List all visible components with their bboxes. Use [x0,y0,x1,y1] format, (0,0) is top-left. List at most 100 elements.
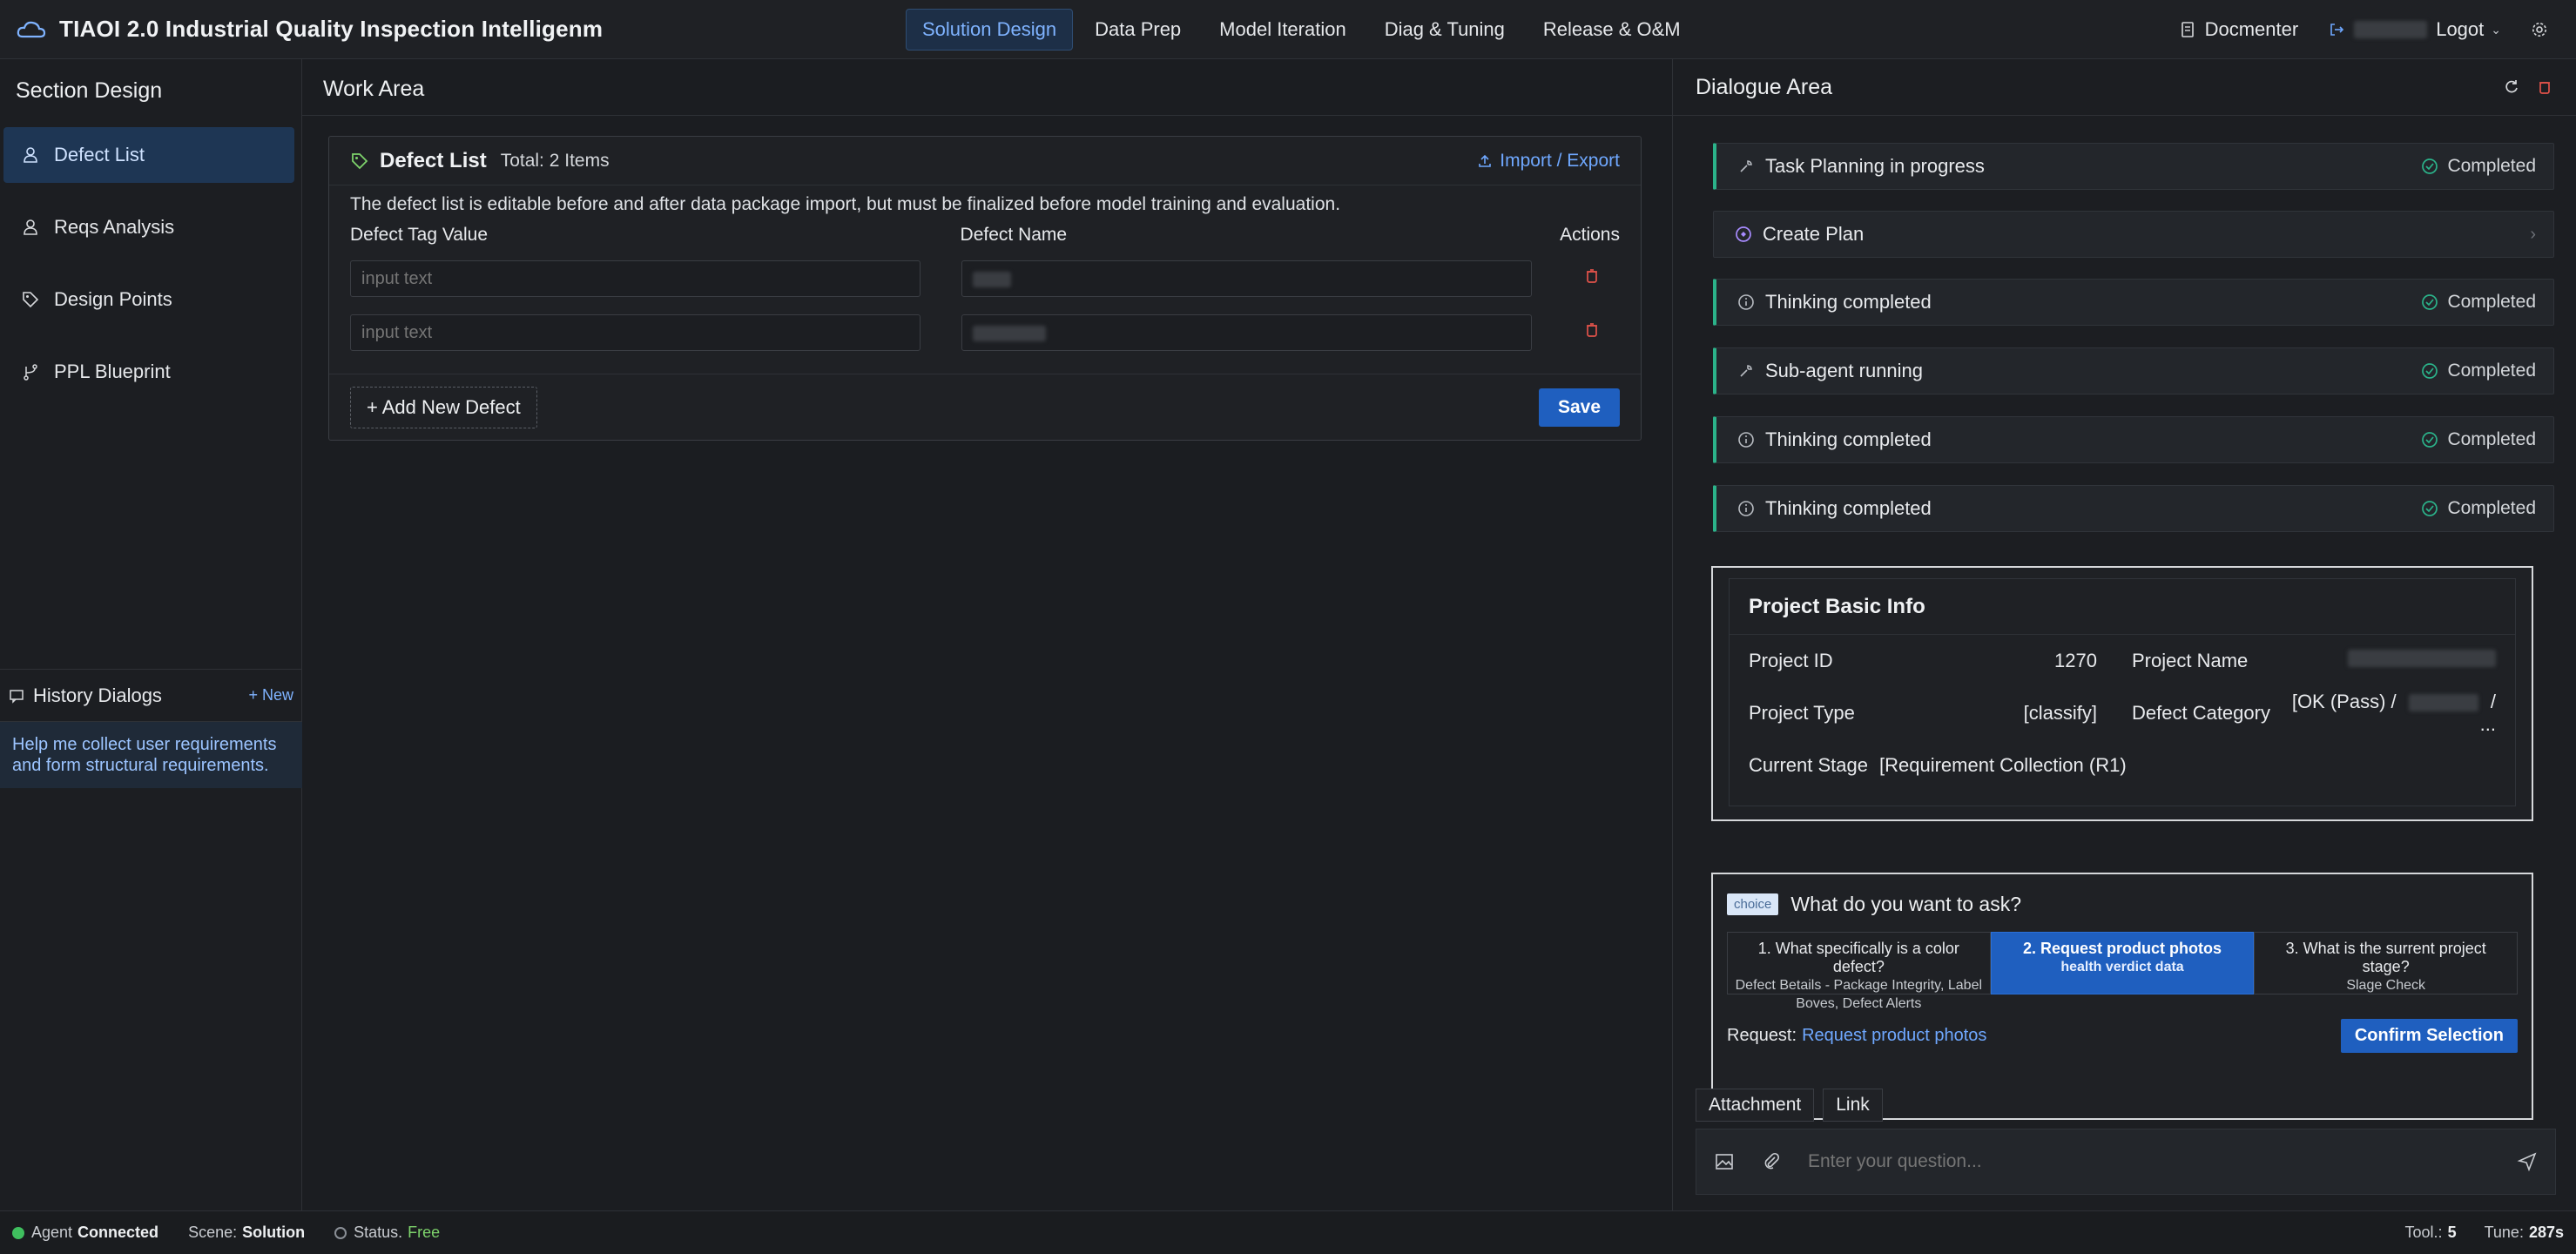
choice-title: 1. What specifically is a color defect? [1757,940,1959,975]
sidebar-item-design-points[interactable]: Design Points [3,272,294,327]
defect-list-panel: Defect List Total: 2 Items Import / Expo… [328,136,1642,441]
history-header: History Dialogs + New [0,670,302,722]
current-stage-value: [Requirement Collection (R1) [1879,754,2127,776]
top-bar: TIAOI 2.0 Industrial Quality Inspection … [0,0,2576,59]
task-status: Completed [2421,156,2536,177]
delete-icon[interactable] [1583,267,1601,285]
status-ring-icon [334,1226,347,1239]
choice-option-1[interactable]: 1. What specifically is a color defect? … [1727,932,1991,1011]
logout-label: Logot [2436,18,2485,40]
task-item[interactable]: Thinking completed Completed [1713,279,2554,326]
new-dialog-button[interactable]: + New [248,686,293,705]
defect-name-field[interactable] [961,260,1532,297]
current-stage-label: Current Stage [1749,754,1868,776]
sidebar-item-defect-list[interactable]: Defect List [3,127,294,183]
defect-name-field[interactable] [961,314,1532,351]
add-defect-button[interactable]: + Add New Defect [350,386,537,428]
project-name-label: Project Name [2132,650,2249,671]
confirm-selection-button[interactable]: Confirm Selection [2340,1019,2518,1053]
settings-button[interactable] [2531,21,2557,38]
tab-diag-tuning[interactable]: Diag & Tuning [1368,9,1521,51]
import-export-label: Import / Export [1500,150,1620,171]
column-header: Actions [1560,225,1620,245]
main-nav: Solution Design Data Prep Model Iteratio… [906,0,1703,59]
branch-icon [24,364,37,381]
import-export-button[interactable]: Import / Export [1477,151,1620,172]
task-status-label: Completed [2447,498,2536,518]
dialogue-area: Dialogue Area Task Planning in progress … [1672,59,2576,1210]
history-entry[interactable]: Help me collect user requirements and fo… [0,722,302,788]
chevron-right-icon: › [2530,224,2536,244]
docs-link[interactable]: Docmenter [2179,18,2299,41]
column-header: Defect Tag Value [350,225,488,245]
info-icon [1738,294,1754,310]
top-right-actions: Docmenter Logot ⌄ [2149,0,2557,59]
defect-tag-input[interactable] [350,260,920,297]
link-tab[interactable]: Link [1823,1089,1883,1122]
tab-solution-design[interactable]: Solution Design [906,8,1074,51]
gear-icon [2532,23,2546,37]
agent-label: Agent [31,1224,73,1241]
tab-release-om[interactable]: Release & O&M [1527,9,1697,51]
task-status: Completed [2421,292,2536,313]
choice-title: 3. What is the surrent project stage? [2285,940,2486,975]
request-label: Request: [1727,1026,1797,1045]
scene-value: Solution [242,1224,306,1241]
check-circle-icon [2422,294,2438,310]
trash-icon[interactable] [2536,78,2553,96]
tool-label: Tool.: [2404,1224,2443,1241]
paperclip-icon[interactable] [1761,1151,1782,1172]
choice-title: 2. Request product photos [2023,940,2222,957]
wrench-icon [1740,365,1752,377]
task-item[interactable]: Sub-agent running Completed [1713,347,2554,394]
choice-options: 1. What specifically is a color defect? … [1727,932,2519,1011]
tag-icon [23,292,39,308]
task-item[interactable]: Task Planning in progress Completed [1713,143,2554,190]
status-label: Status. [354,1224,403,1241]
plan-icon [1736,226,1751,242]
image-icon[interactable] [1714,1151,1735,1172]
request-value: Request product photos [1802,1026,1987,1045]
send-icon[interactable] [2517,1151,2538,1172]
question-input[interactable] [1808,1151,2517,1172]
attachment-tab[interactable]: Attachment [1696,1089,1815,1122]
app-title: TIAOI 2.0 Industrial Quality Inspection … [59,16,604,42]
upload-icon [1479,154,1492,167]
project-type-value: [classify] [2023,702,2097,724]
tab-model-iteration[interactable]: Model Iteration [1203,9,1363,51]
choice-option-3[interactable]: 3. What is the surrent project stage? Sl… [2254,932,2519,994]
column-header: Defect Name [960,225,1068,245]
project-name-value [2289,650,2496,672]
refresh-icon[interactable] [2503,78,2520,96]
sidebar-item-reqs-analysis[interactable]: Reqs Analysis [3,199,294,255]
task-item[interactable]: Thinking completed Completed [1713,416,2554,463]
task-label: Sub-agent running [1765,360,1924,381]
scene-status: Scene: Solution [188,1224,305,1242]
table-row [329,252,1641,306]
task-status: Completed [2421,361,2536,381]
defect-category-value: [OK (Pass) / / ... [2289,691,2496,736]
task-item-create-plan[interactable]: Create Plan › [1713,211,2554,258]
save-button[interactable]: Save [1538,388,1620,427]
project-info-grid: Project ID 1270 Project Name Project Typ… [1730,635,2515,792]
task-item[interactable]: Thinking completed Completed [1713,485,2554,532]
sidebar-item-label: Defect List [54,144,145,165]
check-circle-icon [2422,158,2438,174]
tab-data-prep[interactable]: Data Prep [1078,9,1197,51]
delete-icon[interactable] [1583,321,1601,339]
tag-icon [352,152,368,169]
defect-category-suffix: / ... [2479,691,2496,735]
task-status: Completed [2421,498,2536,519]
choice-option-2[interactable]: 2. Request product photos health verdict… [1990,932,2255,994]
history-title: History Dialogs [33,684,162,706]
user-menu[interactable]: Logot ⌄ [2328,18,2501,41]
dialogue-title: Dialogue Area [1696,74,1833,99]
defect-tag-input[interactable] [350,314,920,351]
sidebar-item-ppl-blueprint[interactable]: PPL Blueprint [3,344,294,400]
info-row: Project ID 1270 Project Name [1749,635,2496,687]
sidebar-item-label: Reqs Analysis [54,216,175,238]
docs-label: Docmenter [2204,18,2299,40]
check-circle-icon [2422,363,2438,379]
ask-header: choice What do you want to ask? [1727,888,2518,920]
chat-icon [10,689,24,704]
